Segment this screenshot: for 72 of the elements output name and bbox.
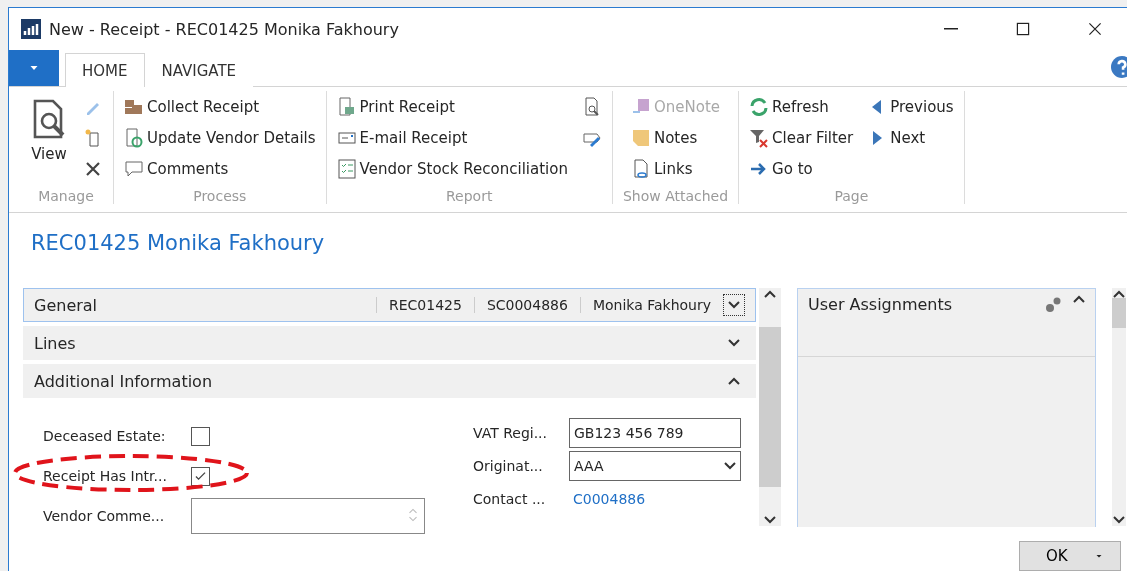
ribbon-button[interactable]: Comments (124, 158, 316, 179)
document-refresh-icon (124, 127, 144, 148)
group-label: Page (834, 186, 869, 204)
summary-value: Monika Fakhoury (579, 297, 723, 313)
section-title: Lines (34, 333, 77, 353)
chevron-down-icon (728, 339, 740, 347)
summary-value: SC0004886 (473, 297, 580, 313)
field-label: Contact ... (473, 490, 547, 507)
expand-toggle[interactable] (1073, 295, 1085, 303)
field-label: Receipt Has Intr... (43, 468, 168, 484)
ok-button[interactable]: OK (1019, 541, 1121, 571)
maximize-icon (1015, 21, 1031, 37)
minimize-icon (944, 28, 958, 30)
speech-bubble-icon (124, 158, 144, 179)
ribbon-button[interactable]: Refresh (749, 96, 854, 117)
filter-clear-icon (749, 127, 770, 148)
chevron-down-icon (728, 301, 740, 309)
dropdown-field[interactable]: AAA (569, 450, 741, 481)
checkbox[interactable] (191, 426, 210, 446)
chevron-up-icon (764, 290, 776, 298)
field-label: Originat... (473, 457, 544, 474)
chevron-up-icon (728, 377, 740, 385)
ribbon-button[interactable]: Update Vendor Details (124, 127, 316, 148)
checkmark-icon (194, 469, 207, 483)
ribbon-button[interactable]: Print Receipt (336, 96, 568, 117)
scrollbar[interactable] (1112, 288, 1126, 526)
checklist-icon (336, 158, 357, 179)
close-icon (1087, 21, 1103, 37)
summary-value: REC01425 (376, 297, 474, 313)
sticky-note-icon (630, 127, 651, 148)
section-header[interactable]: Additional Information (23, 364, 756, 398)
chevron-down-icon (724, 461, 736, 470)
field-label: Vendor Comme... (43, 508, 166, 524)
factbox-title: User Assignments (808, 295, 954, 314)
checkbox[interactable] (191, 466, 210, 486)
page-title: REC01425 Monika Fakhoury (30, 229, 326, 257)
input-field[interactable]: GB123 456 789 (569, 417, 741, 448)
printer-document-icon (336, 96, 357, 117)
ribbon-button[interactable]: Previous (867, 96, 954, 117)
field-label: VAT Regi... (473, 424, 548, 441)
ribbon-button[interactable]: E-mail Receipt (336, 127, 568, 148)
section-header[interactable]: Lines (23, 326, 756, 360)
ribbon-button[interactable]: Collect Receipt (124, 96, 316, 117)
group-label: Show Attached (622, 186, 729, 204)
contact-link[interactable]: C0004886 (569, 490, 741, 507)
ribbon-button[interactable]: Links (630, 158, 721, 179)
ribbon-tab[interactable]: HOME (65, 53, 145, 87)
ribbon-button[interactable]: Notes (630, 127, 721, 148)
group-label: Report (446, 186, 493, 204)
section-header[interactable]: General REC01425 SC0004886 Monika Fakhoury (23, 288, 756, 322)
refresh-icon (749, 96, 770, 117)
bar-chart-icon (21, 19, 41, 39)
chevron-up-icon (1073, 295, 1085, 303)
chevron-up-icon (1113, 290, 1125, 298)
comment-field[interactable] (191, 498, 425, 534)
group-label: Process (193, 186, 247, 204)
ribbon-button[interactable]: Clear Filter (749, 127, 854, 148)
chevron-down-icon (1113, 516, 1125, 524)
ribbon-button[interactable]: Go to (749, 158, 854, 179)
group-label: Manage (38, 186, 94, 204)
ribbon-button[interactable]: Vendor Stock Reconciliation (336, 158, 568, 179)
scroll-thumb[interactable] (759, 327, 781, 487)
ribbon-button[interactable]: View (29, 99, 69, 163)
section-title: Additional Information (34, 371, 214, 391)
section-title: General (34, 295, 99, 315)
scroll-thumb[interactable] (1112, 298, 1126, 328)
scrollbar[interactable] (759, 288, 781, 526)
window-title: New - Receipt - REC01425 Monika Fakhoury (49, 19, 400, 39)
field-label: Deceased Estate: (43, 428, 167, 444)
ribbon-button[interactable]: Next (867, 127, 954, 148)
expand-toggle[interactable] (723, 294, 745, 316)
chevron-down-icon (764, 516, 776, 524)
